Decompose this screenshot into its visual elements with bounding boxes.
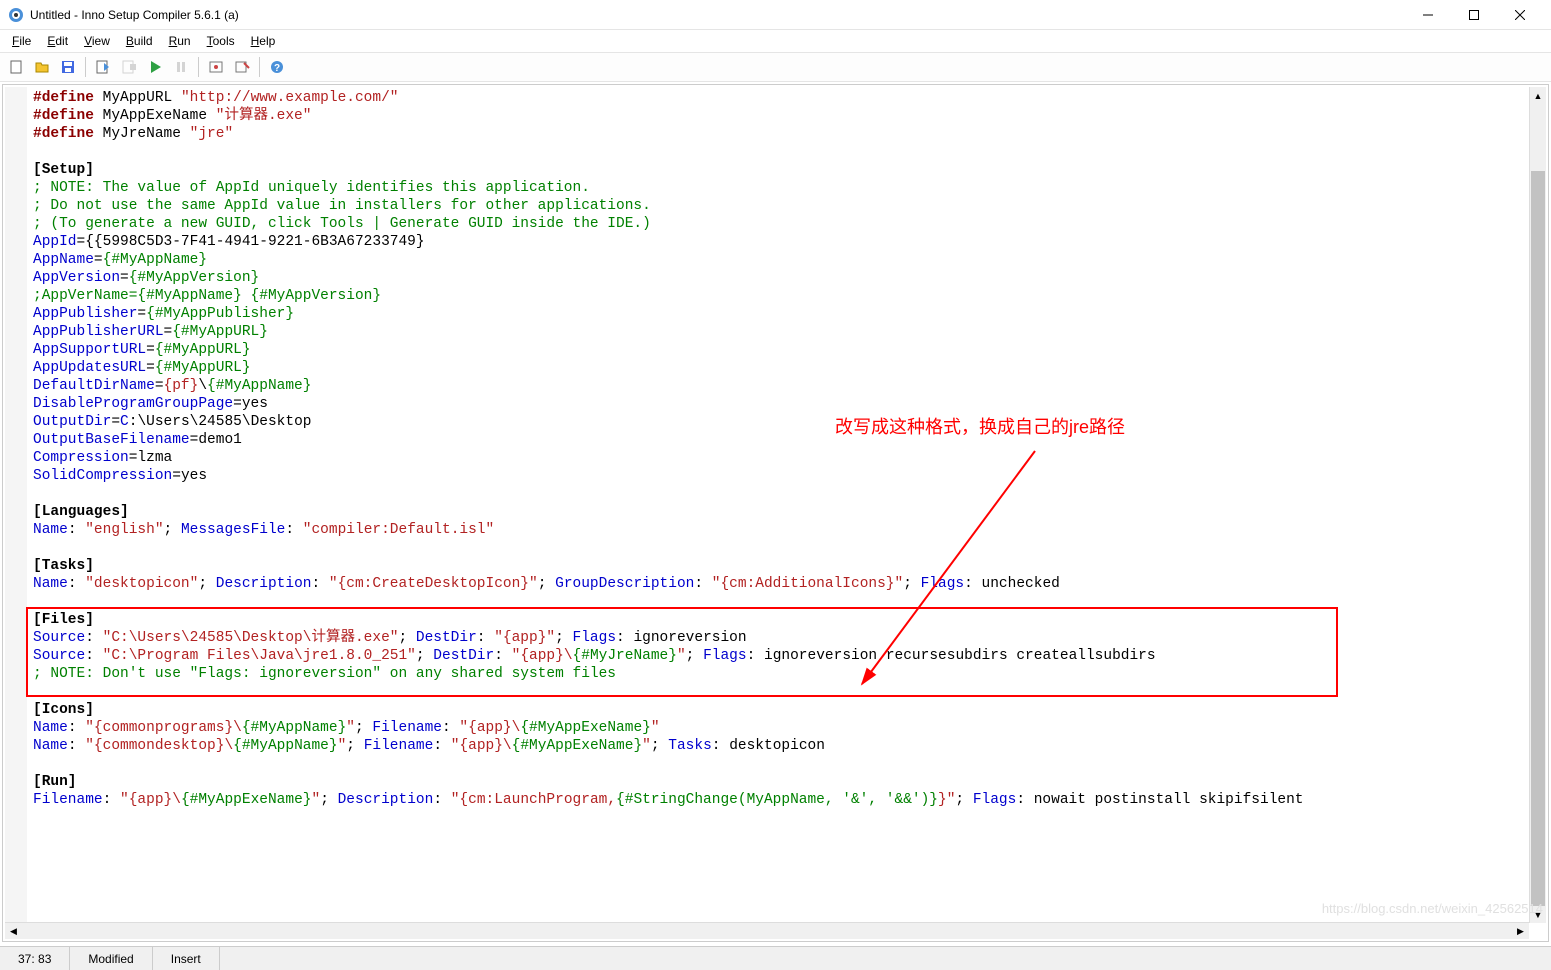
scroll-left-icon[interactable]: ◀ [5,923,22,939]
menu-file[interactable]: File [4,32,39,50]
app-icon [8,7,24,23]
menu-bar: File Edit View Build Run Tools Help [0,30,1551,52]
toolbar: ? [0,52,1551,82]
target-button[interactable] [204,55,228,79]
stop-compile-button [117,55,141,79]
separator [259,57,260,77]
compile-button[interactable] [91,55,115,79]
separator [198,57,199,77]
help-button[interactable]: ? [265,55,289,79]
pause-button [169,55,193,79]
menu-help[interactable]: Help [243,32,284,50]
code-editor[interactable]: #define MyAppURL "http://www.example.com… [2,84,1549,942]
scroll-thumb-v[interactable] [1531,171,1545,907]
run-button[interactable] [143,55,167,79]
status-modified: Modified [70,947,152,970]
editor-area: #define MyAppURL "http://www.example.com… [0,82,1551,944]
scroll-right-icon[interactable]: ▶ [1512,923,1529,939]
status-insert: Insert [153,947,220,970]
vertical-scrollbar[interactable]: ▲ ▼ [1529,87,1546,923]
new-button[interactable] [4,55,28,79]
svg-text:?: ? [274,63,280,74]
maximize-button[interactable] [1451,0,1497,30]
minimize-button[interactable] [1405,0,1451,30]
watermark: https://blog.csdn.net/weixin_42562514 [1322,901,1543,916]
window-title: Untitled - Inno Setup Compiler 5.6.1 (a) [30,8,1405,22]
window-controls [1405,0,1543,30]
scroll-up-icon[interactable]: ▲ [1530,87,1546,104]
status-cursor: 37: 83 [0,947,70,970]
horizontal-scrollbar[interactable]: ◀ ▶ [5,922,1529,939]
menu-run[interactable]: Run [161,32,199,50]
open-button[interactable] [30,55,54,79]
uninstall-button[interactable] [230,55,254,79]
separator [85,57,86,77]
close-button[interactable] [1497,0,1543,30]
menu-tools[interactable]: Tools [199,32,243,50]
menu-edit[interactable]: Edit [39,32,76,50]
status-bar: 37: 83 Modified Insert [0,946,1551,970]
title-bar: Untitled - Inno Setup Compiler 5.6.1 (a) [0,0,1551,30]
menu-build[interactable]: Build [118,32,161,50]
menu-view[interactable]: View [76,32,118,50]
code-content[interactable]: #define MyAppURL "http://www.example.com… [3,85,1548,813]
save-button[interactable] [56,55,80,79]
